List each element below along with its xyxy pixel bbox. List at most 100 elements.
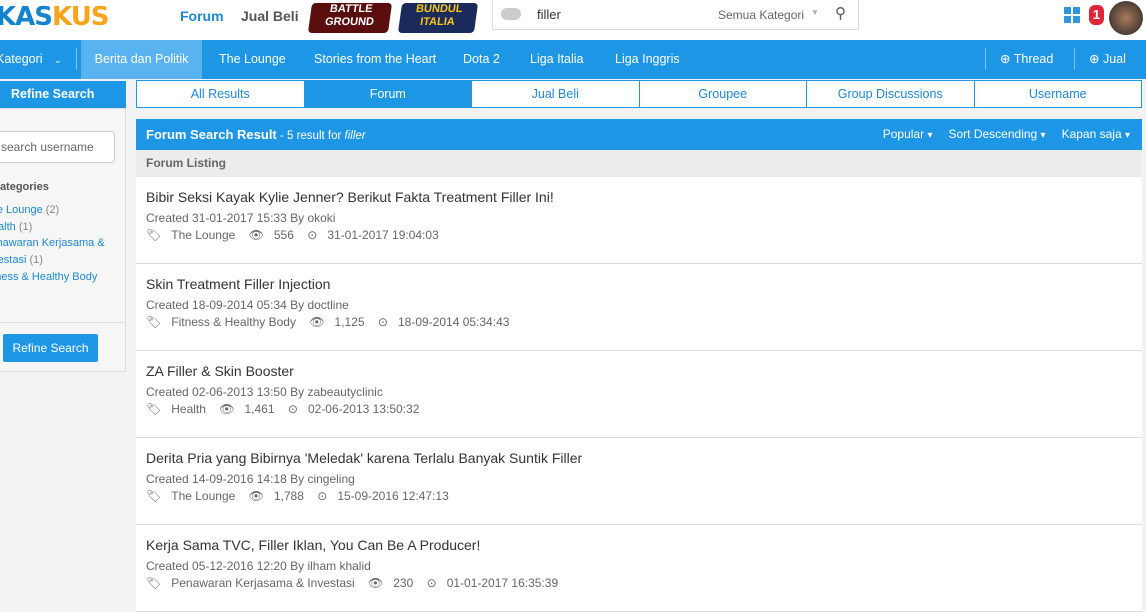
category-dropdown[interactable]: Kategori ⌄ — [0, 40, 62, 79]
eye-icon: 👁 — [248, 228, 264, 242]
search-input[interactable]: filler — [537, 7, 561, 22]
category-link[interactable]: The Lounge — [171, 489, 235, 503]
last-post-time: 15-09-2016 12:47:13 — [337, 489, 449, 503]
category-link[interactable]: Health — [171, 402, 206, 416]
plus-circle-icon: ⊕ — [1000, 52, 1011, 66]
popular-dropdown[interactable]: Popular ▾ — [883, 119, 933, 151]
result-item: Bibir Seksi Kayak Kylie Jenner? Berikut … — [136, 177, 1142, 264]
tab-all-results[interactable]: All Results — [137, 81, 304, 107]
top-header: KASKUS Forum Jual Beli BATTLE GROUND BUN… — [0, 0, 1146, 40]
result-item: Kerja Sama TVC, Filler Iklan, You Can Be… — [136, 525, 1142, 612]
category-lounge[interactable]: The Lounge (2) — [0, 202, 59, 219]
thread-meta: 🏷 Penawaran Kerjasama & Investasi 👁 230 ⊙ 0… — [146, 576, 1132, 590]
forum-link[interactable]: Forum — [180, 8, 224, 24]
sidebar: search username Categories The Lounge (2… — [0, 108, 126, 372]
caret-down-icon: ▼ — [811, 8, 819, 17]
notification-badge[interactable]: 1 — [1089, 5, 1104, 25]
tag-icon: 🏷 — [146, 489, 162, 503]
category-select[interactable]: Semua Kategori — [718, 8, 804, 22]
clock-icon: ⊙ — [307, 228, 318, 242]
tab-username[interactable]: Username — [973, 81, 1142, 107]
eye-icon: 👁 — [368, 576, 384, 590]
thread-meta: 🏷 Fitness & Healthy Body 👁 1,125 ⊙ 18-09-20… — [146, 315, 1132, 329]
tag-icon: 🏷 — [146, 402, 162, 416]
author-link[interactable]: cingeling — [307, 472, 354, 486]
view-count: 230 — [393, 576, 414, 590]
nav-item-berita[interactable]: Berita dan Politik — [81, 40, 202, 79]
created-info: Created 05-12-2016 12:20 By ilham khalid — [146, 559, 371, 573]
avatar[interactable] — [1109, 1, 1143, 35]
jual-beli-link[interactable]: Jual Beli — [241, 8, 299, 24]
search-icon[interactable]: ⚲ — [835, 4, 846, 22]
created-info: Created 14-09-2016 14:18 By cingeling — [146, 472, 355, 486]
eye-icon: 👁 — [219, 402, 235, 416]
categories-title: Categories — [0, 181, 49, 193]
view-count: 556 — [273, 228, 294, 242]
eye-icon: 👁 — [309, 315, 325, 329]
tab-jual-beli[interactable]: Jual Beli — [471, 81, 639, 107]
nav-item-liga-inggris[interactable]: Liga Inggris — [615, 40, 680, 79]
last-post-time: 02-06-2013 13:50:32 — [307, 402, 420, 416]
tab-groupee[interactable]: Groupee — [638, 81, 807, 107]
view-count: 1,125 — [334, 315, 365, 329]
apps-grid-icon[interactable] — [1064, 7, 1080, 23]
tag-icon: 🏷 — [146, 576, 162, 590]
tab-forum[interactable]: Forum — [303, 81, 471, 107]
forum-listing-label: Forum Listing — [136, 150, 1142, 177]
nav-item-lounge[interactable]: The Lounge — [219, 40, 286, 79]
new-thread-button[interactable]: ⊕ Thread — [1000, 40, 1053, 79]
result-item: ZA Filler & Skin Booster Created 02-06-2… — [136, 351, 1142, 438]
author-link[interactable]: ilham khalid — [307, 559, 370, 573]
thread-title-link[interactable]: ZA Filler & Skin Booster — [146, 363, 1132, 379]
author-link[interactable]: zabeautyclinic — [307, 385, 382, 399]
category-link[interactable]: Penawaran Kerjasama & Investasi — [171, 576, 354, 590]
thread-meta: 🏷 Health 👁 1,461 ⊙ 02-06-2013 13:50:32 — [146, 402, 1132, 416]
category-link[interactable]: Fitness & Healthy Body — [171, 315, 296, 329]
search-query: filler — [344, 130, 366, 142]
author-link[interactable]: doctline — [307, 298, 348, 312]
clock-icon: ⊙ — [317, 489, 328, 503]
eye-icon: 👁 — [248, 489, 264, 503]
nav-item-dota2[interactable]: Dota 2 — [463, 40, 500, 79]
sort-order-dropdown[interactable]: Sort Descending ▾ — [948, 119, 1045, 151]
category-penawaran[interactable]: Penawaran Kerjasama & Investasi (1) — [0, 235, 113, 269]
category-fitness[interactable]: Fitness & Healthy Body — [0, 269, 97, 286]
author-link[interactable]: okoki — [307, 211, 335, 225]
category-link[interactable]: The Lounge — [171, 228, 235, 242]
plus-circle-icon: ⊕ — [1089, 52, 1100, 66]
results-title: Forum Search Result — [146, 127, 277, 142]
kaskus-logo[interactable]: KASKUS — [0, 2, 110, 32]
tag-icon: 🏷 — [146, 315, 162, 329]
created-info: Created 02-06-2013 13:50 By zabeautyclin… — [146, 385, 383, 399]
category-health[interactable]: Health (1) — [0, 219, 32, 236]
clock-icon: ⊙ — [287, 402, 298, 416]
thread-title-link[interactable]: Derita Pria yang Bibirnya 'Meledak' kare… — [146, 450, 1132, 466]
nav-item-liga-italia[interactable]: Liga Italia — [530, 40, 584, 79]
bundul-italia-badge[interactable]: BUNDUL ITALIA — [397, 3, 479, 33]
thread-title-link[interactable]: Bibir Seksi Kayak Kylie Jenner? Berikut … — [146, 189, 1132, 205]
view-count: 1,788 — [273, 489, 304, 503]
last-post-time: 18-09-2014 05:34:43 — [397, 315, 510, 329]
new-jual-button[interactable]: ⊕ Jual — [1089, 40, 1126, 79]
clock-icon: ⊙ — [426, 576, 437, 590]
result-item: Derita Pria yang Bibirnya 'Meledak' kare… — [136, 438, 1142, 525]
battleground-badge[interactable]: BATTLE GROUND — [307, 3, 393, 33]
created-info: Created 31-01-2017 15:33 By okoki — [146, 211, 336, 225]
cloud-icon — [501, 8, 521, 20]
clock-icon: ⊙ — [377, 315, 388, 329]
tab-group-discussions[interactable]: Group Discussions — [806, 81, 974, 107]
category-nav: Kategori ⌄ Berita dan Politik The Lounge… — [0, 40, 1146, 79]
last-post-time: 31-01-2017 19:04:03 — [327, 228, 439, 242]
refine-search-button[interactable]: Refine Search — [3, 334, 98, 362]
nav-item-stories[interactable]: Stories from the Heart — [314, 40, 436, 79]
time-range-dropdown[interactable]: Kapan saja ▾ — [1062, 119, 1130, 151]
thread-meta: 🏷 The Lounge 👁 556 ⊙ 31-01-2017 19:04:03 — [146, 228, 1132, 242]
thread-meta: 🏷 The Lounge 👁 1,788 ⊙ 15-09-2016 12:47:13 — [146, 489, 1132, 503]
search-bar: filler Semua Kategori ▼ ⚲ — [492, 0, 859, 30]
thread-title-link[interactable]: Skin Treatment Filler Injection — [146, 276, 1132, 292]
username-search-input[interactable]: search username — [0, 131, 115, 163]
refine-search-header: Refine Search — [0, 81, 126, 108]
result-tabs: All Results Forum Jual Beli Groupee Grou… — [136, 80, 1142, 108]
thread-title-link[interactable]: Kerja Sama TVC, Filler Iklan, You Can Be… — [146, 537, 1132, 553]
results-header: Forum Search Result - 5 result for fille… — [136, 119, 1142, 150]
